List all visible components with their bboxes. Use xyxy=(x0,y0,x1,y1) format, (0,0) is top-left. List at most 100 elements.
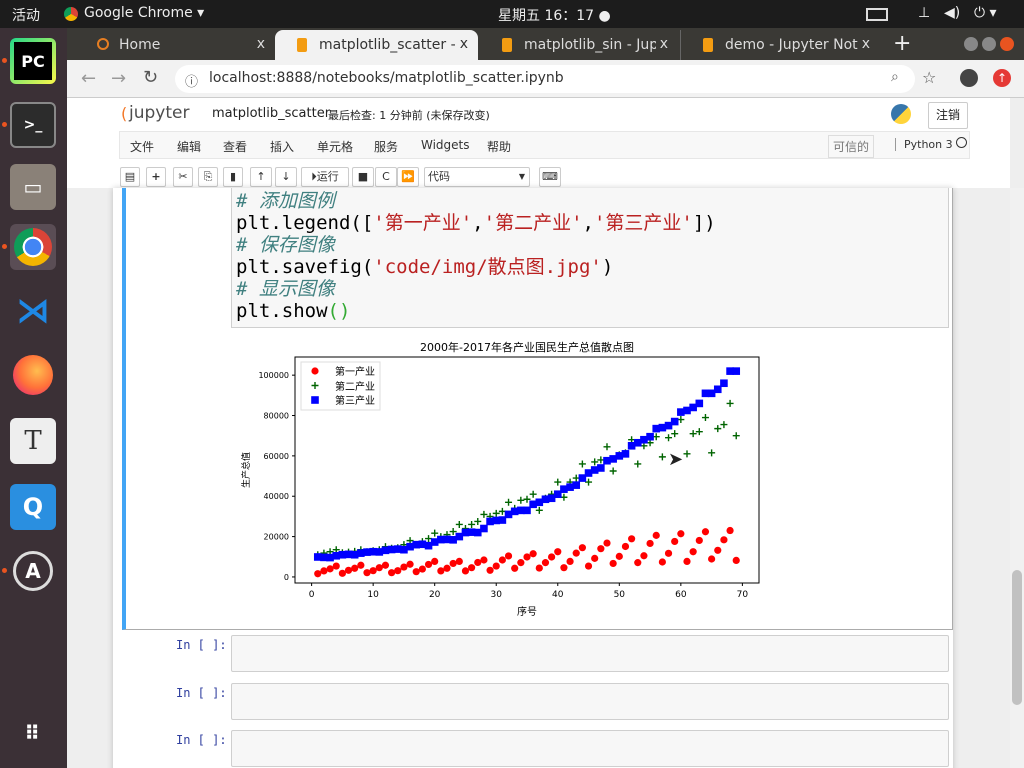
app-menu[interactable]: Google Chrome ▾ xyxy=(84,5,204,21)
profile-icon[interactable] xyxy=(960,69,978,87)
data-point-circle xyxy=(431,557,439,566)
run-button[interactable]: ⏵运行 xyxy=(301,167,349,187)
volume-icon[interactable]: ◀) xyxy=(944,5,960,21)
data-point-circle xyxy=(597,545,605,553)
interrupt-button[interactable]: ■ xyxy=(352,167,374,187)
menu-view[interactable]: 查看 xyxy=(223,138,247,155)
clock[interactable]: 星期五 16：17 ● xyxy=(498,5,611,25)
menu-file[interactable]: 文件 xyxy=(130,138,154,155)
page-scrollbar[interactable] xyxy=(1010,188,1024,768)
data-point-circle xyxy=(634,559,642,567)
menu-insert[interactable]: 插入 xyxy=(270,138,294,155)
info-icon[interactable]: ⓘ xyxy=(185,71,198,90)
code-token-comment: # 保存图像 xyxy=(236,234,335,256)
code-token-str: '第一产业' xyxy=(373,212,473,234)
data-point-circle xyxy=(388,569,396,577)
code-input-area[interactable]: # 添加图例 plt.legend(['第一产业','第二产业','第三产业'])… xyxy=(231,188,949,328)
files-icon[interactable]: ▭ xyxy=(10,164,56,210)
menu-help[interactable]: 帮助 xyxy=(487,138,511,155)
jupyter-logo-icon[interactable]: ( xyxy=(121,104,127,123)
update-icon[interactable]: ↑ xyxy=(993,69,1011,87)
vscode-icon[interactable]: ⋊ xyxy=(10,288,56,334)
cut-button[interactable]: ✂ xyxy=(173,167,193,187)
restart-run-all-button[interactable]: ⏩ xyxy=(397,167,419,187)
close-tab-icon[interactable]: x xyxy=(257,36,265,52)
code-editor[interactable]: # 添加图例 plt.legend(['第一产业','第二产业','第三产业'])… xyxy=(236,190,716,322)
tab-matplotlib-scatter[interactable]: matplotlib_scatter -x xyxy=(275,30,478,60)
code-token-str: '第三产业' xyxy=(593,212,693,234)
network-icon[interactable]: ⊥ xyxy=(918,5,930,21)
menu-kernel[interactable]: 服务 xyxy=(374,138,398,155)
data-point-circle xyxy=(701,528,710,536)
power-icon[interactable]: ⏻ ▾ xyxy=(974,5,997,21)
command-palette-button[interactable]: ⌨ xyxy=(539,167,561,187)
show-apps-icon[interactable]: ⠿ xyxy=(10,710,56,756)
terminal-icon[interactable]: >_ xyxy=(10,102,56,148)
minimize-button[interactable] xyxy=(964,37,978,51)
empty-code-cell[interactable] xyxy=(231,682,949,720)
reload-button[interactable]: ↻ xyxy=(143,67,158,88)
move-up-button[interactable]: ↑ xyxy=(250,167,272,187)
data-point-circle xyxy=(418,565,426,573)
chrome-icon[interactable] xyxy=(10,224,56,270)
data-point-circle xyxy=(437,567,445,575)
scrollbar-thumb[interactable] xyxy=(1012,570,1022,705)
trusted-indicator[interactable]: 可信的 xyxy=(828,135,875,158)
restart-button[interactable]: C xyxy=(375,167,397,187)
close-tab-icon[interactable]: x xyxy=(655,36,668,52)
zoom-icon[interactable]: ⌕ xyxy=(891,69,899,85)
back-button[interactable]: ← xyxy=(81,68,96,89)
notebook-tab-icon xyxy=(502,38,512,52)
notebook-name[interactable]: matplotlib_scatter xyxy=(212,106,330,121)
pycharm-icon[interactable]: PC xyxy=(10,38,56,84)
software-updater-icon[interactable]: A xyxy=(10,548,56,594)
qq-app-icon[interactable]: Q xyxy=(10,484,56,530)
menu-widgets[interactable]: Widgets xyxy=(421,138,470,152)
logout-button[interactable]: 注销 xyxy=(928,102,968,129)
tab-demo[interactable]: demo - Jupyter Not x xyxy=(680,30,880,60)
forward-button[interactable]: → xyxy=(111,68,126,89)
data-point-circle xyxy=(461,567,470,575)
data-point-square xyxy=(732,367,741,375)
new-tab-button[interactable]: + xyxy=(893,31,911,56)
tab-home[interactable]: Home x xyxy=(75,30,275,60)
data-point-square xyxy=(720,379,728,388)
tab-matplotlib-sin[interactable]: matplotlib_sin - Jup x xyxy=(480,30,678,60)
data-point-circle xyxy=(664,549,673,557)
close-window-button[interactable] xyxy=(1000,37,1014,51)
bookmark-star-icon[interactable]: ☆ xyxy=(922,68,936,87)
data-point-circle xyxy=(504,552,513,560)
address-bar[interactable]: ⓘ localhost:8888/notebooks/matplotlib_sc… xyxy=(175,65,915,93)
data-point-circle xyxy=(677,530,685,538)
data-point-circle xyxy=(511,564,519,572)
close-tab-icon[interactable]: x xyxy=(857,36,870,52)
insert-cell-button[interactable]: + xyxy=(146,167,166,187)
data-point-circle xyxy=(517,559,525,567)
menu-cell[interactable]: 单元格 xyxy=(317,138,353,155)
maximize-button[interactable] xyxy=(982,37,996,51)
copy-button[interactable]: ⎘ xyxy=(198,167,218,187)
data-point-circle xyxy=(714,546,722,554)
keyboard-icon[interactable] xyxy=(866,8,888,21)
legend-marker-circle xyxy=(311,367,319,375)
activities-button[interactable]: 活动 xyxy=(12,5,40,25)
firefox-icon[interactable] xyxy=(10,352,56,398)
cell-type-select[interactable]: 代码 ▼ xyxy=(424,167,530,187)
empty-code-cell[interactable] xyxy=(231,730,949,767)
url-text: localhost:8888/notebooks/matplotlib_scat… xyxy=(209,70,564,86)
text-editor-icon[interactable]: T xyxy=(10,418,56,464)
jupyter-logo-text[interactable]: jupyter xyxy=(129,103,189,123)
x-tick-label: 60 xyxy=(675,590,687,600)
output-image: 2000年-2017年各产业国民生产总值散点图 0 10 20 30 40 50 60 70 0… xyxy=(231,338,771,620)
y-tick-label: 0 xyxy=(284,573,289,582)
code-token-paren: () xyxy=(327,300,351,322)
data-point-circle xyxy=(449,559,457,568)
paste-button[interactable]: ▮ xyxy=(223,167,243,187)
save-button[interactable]: ▤ xyxy=(120,167,140,187)
move-down-button[interactable]: ↓ xyxy=(275,167,297,187)
menu-edit[interactable]: 编辑 xyxy=(177,138,201,155)
close-tab-icon[interactable]: x xyxy=(455,36,468,52)
y-tick-label: 60000 xyxy=(264,452,289,461)
empty-code-cell[interactable] xyxy=(231,635,949,672)
data-point-circle xyxy=(498,556,506,564)
